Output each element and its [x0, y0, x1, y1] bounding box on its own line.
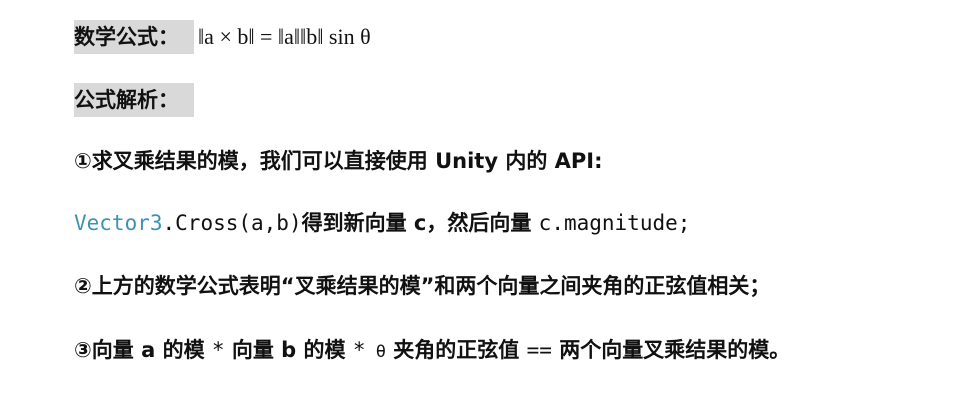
formula-label: 数学公式： — [74, 20, 194, 54]
formula-line: 数学公式： ‖a × b‖ = ‖a‖‖b‖ sin θ — [74, 20, 371, 54]
point-2: ②上方的数学公式表明“叉乘结果的模”和两个向量之间夹角的正弦值相关； — [74, 274, 771, 298]
point3-eq: == — [526, 338, 552, 362]
point3-theta: θ — [365, 342, 386, 362]
point3-text-d: 两个向量叉乘结果的模。 — [551, 338, 791, 362]
code-prop: c.magnitude; — [538, 211, 691, 235]
point3-text-c: 夹角的正弦值 — [393, 338, 527, 362]
cross-product-formula: ‖a × b‖ = ‖a‖‖b‖ sin θ — [198, 24, 371, 49]
point-3: ③向量 a 的模 * 向量 b 的模 * θ 夹角的正弦值 == 两个向量叉乘结… — [74, 333, 790, 369]
point-1: ①求叉乘结果的模，我们可以直接使用 Unity 内的 API: — [74, 149, 603, 173]
point3-star: * — [352, 338, 366, 362]
code-call: .Cross(a,b) — [162, 211, 302, 235]
analysis-heading: 公式解析： — [74, 83, 194, 117]
code-line: Vector3.Cross(a,b)得到新向量 c，然后向量 c.magnitu… — [74, 206, 690, 240]
point3-text-b: 向量 b 的模 — [224, 338, 353, 362]
point3-star: * — [211, 338, 225, 362]
point3-text-a: ③向量 a 的模 — [74, 338, 212, 362]
analysis-label: 公式解析： — [74, 83, 194, 117]
code-class: Vector3 — [74, 211, 163, 235]
code-text: 得到新向量 c，然后向量 — [301, 211, 539, 235]
